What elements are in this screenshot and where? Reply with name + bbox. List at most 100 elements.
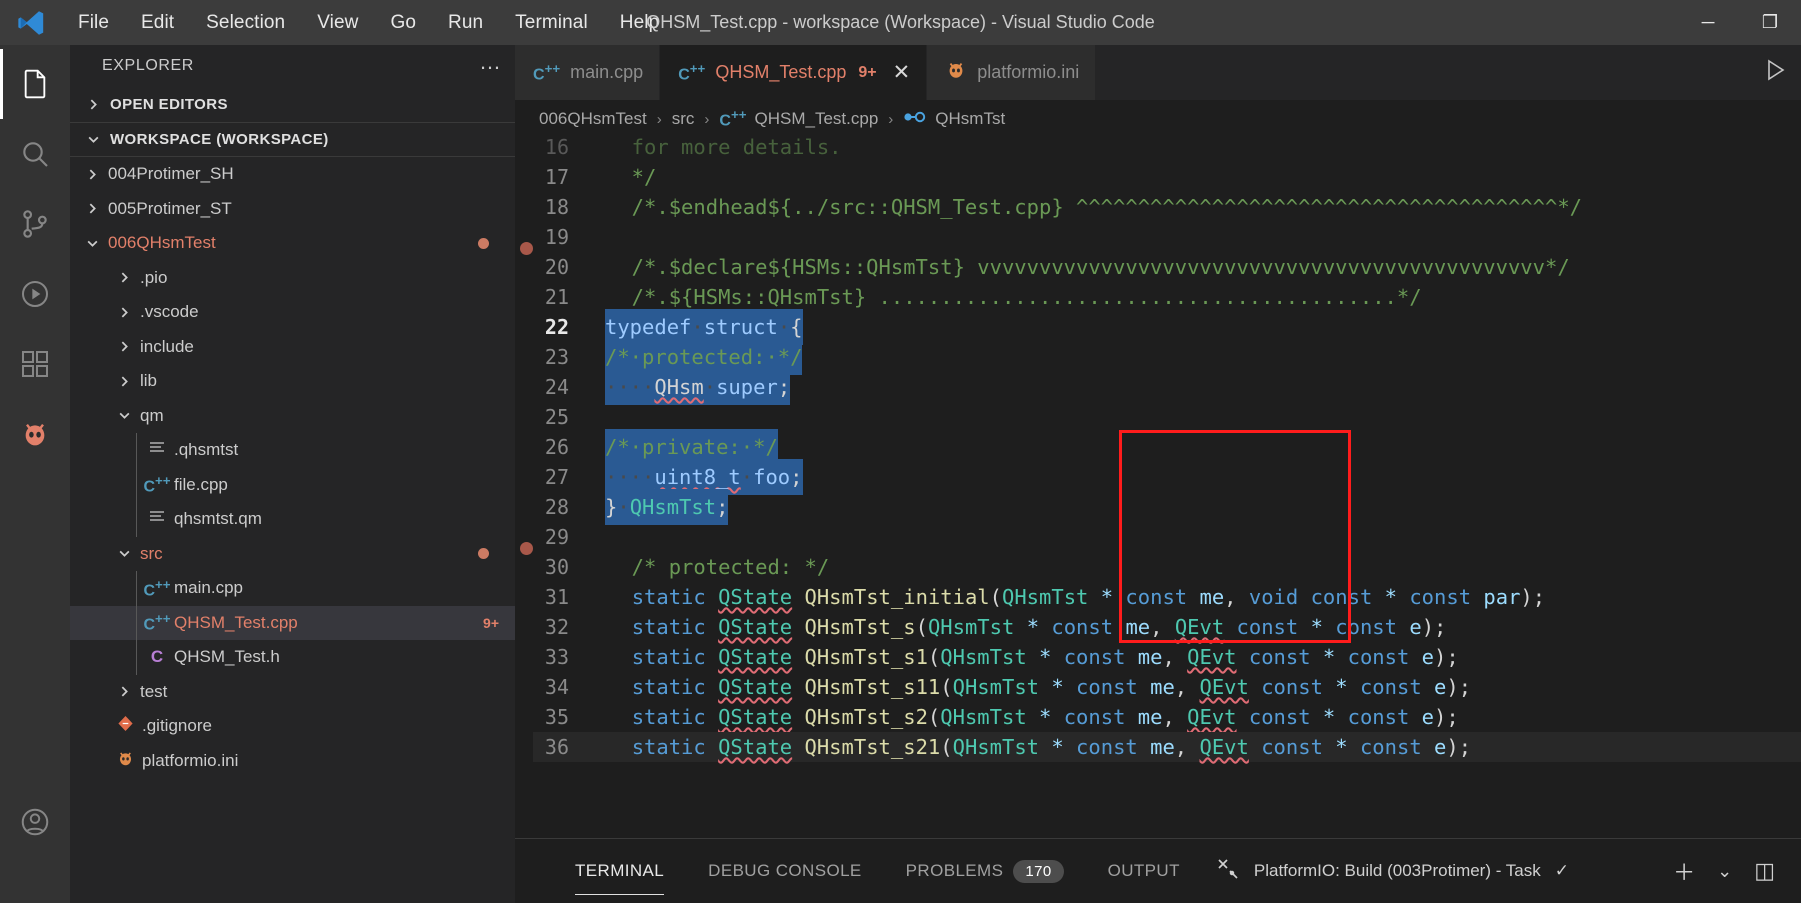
section-open-editors[interactable]: OPEN EDITORS — [70, 87, 515, 122]
code-line[interactable]: 35 static QState QHsmTst_s2(QHsmTst * co… — [533, 702, 1801, 732]
menu-selection[interactable]: Selection — [190, 7, 301, 39]
code-token: ( — [927, 645, 941, 669]
sidebar-more-actions-button[interactable]: … — [479, 51, 501, 75]
code-line[interactable]: 33 static QState QHsmTst_s1(QHsmTst * co… — [533, 642, 1801, 672]
activity-source-control[interactable] — [0, 189, 70, 259]
code-line[interactable]: 32 static QState QHsmTst_s(QHsmTst * con… — [533, 612, 1801, 642]
code-line[interactable]: 29 — [533, 522, 1801, 552]
panel-tab-output[interactable]: OUTPUT — [1086, 839, 1202, 903]
tree-item-test[interactable]: test — [70, 675, 515, 710]
menu-view[interactable]: View — [301, 7, 374, 39]
tab-main-cpp[interactable]: C++ main.cpp — [515, 45, 661, 100]
code-line[interactable]: 36 static QState QHsmTst_s21(QHsmTst * c… — [533, 732, 1801, 762]
tab-close-button[interactable]: ✕ — [893, 62, 911, 83]
code-line[interactable]: 26 /*·private:·*/ — [533, 429, 1801, 465]
breadcrumb-item-file[interactable]: C++ QHSM_Test.cpp — [719, 107, 878, 130]
activity-accounts[interactable] — [0, 787, 70, 857]
tab-platformio-ini[interactable]: platformio.ini — [927, 45, 1097, 100]
code-line[interactable]: 23 /*·protected:·*/ — [533, 339, 1801, 375]
code-line[interactable]: 17 */ — [533, 162, 1801, 192]
panel-tab-terminal[interactable]: TERMINAL — [553, 839, 686, 903]
code-line[interactable]: 24 ····QHsm·super; — [533, 369, 1801, 405]
code-line[interactable]: 20 /*.$declare${HSMs::QHsmTst} vvvvvvvvv… — [533, 252, 1801, 282]
tree-item-004protimer-sh[interactable]: 004Protimer_SH — [70, 157, 515, 192]
line-number: 33 — [544, 645, 569, 669]
code-line[interactable]: 21 /*.${HSMs::QHsmTst} .................… — [533, 282, 1801, 312]
code-line[interactable]: 30 /* protected: */ — [533, 552, 1801, 582]
code-line[interactable]: 28}·QHsmTst; — [533, 489, 1801, 525]
minimize-button[interactable]: ─ — [1677, 0, 1739, 45]
tree-item-main-cpp[interactable]: C++ main.cpp — [70, 571, 515, 606]
tree-item-file-cpp[interactable]: C++ file.cpp — [70, 467, 515, 502]
menu-run[interactable]: Run — [432, 7, 499, 39]
tree-item-qhsmtst[interactable]: .qhsmtst — [70, 433, 515, 468]
code-lines[interactable]: 16 for more details. 17 */18 /*.$endhead$… — [533, 138, 1801, 838]
code-line[interactable]: 18 /*.$endhead${../src::QHSM_Test.cpp} ^… — [533, 192, 1801, 222]
activity-search[interactable] — [0, 119, 70, 189]
breadcrumb-item-symbol[interactable]: QHsmTst — [903, 109, 1005, 129]
tree-item-gitignore[interactable]: .gitignore — [70, 709, 515, 744]
breadcrumb-item-project[interactable]: 006QHsmTest — [539, 109, 647, 129]
menu-terminal[interactable]: Terminal — [499, 7, 604, 39]
menu-edit[interactable]: Edit — [125, 7, 190, 39]
code-line[interactable]: 16 for more details. — [533, 138, 1801, 162]
line-number: 35 — [544, 705, 569, 729]
menu-help[interactable]: Help — [604, 7, 675, 39]
breakpoint-dot[interactable] — [520, 242, 533, 255]
tab-qhsm-test-cpp[interactable]: C++ QHSM_Test.cpp 9+ ✕ — [660, 45, 928, 100]
tree-item-qhsm-test-cpp[interactable]: C++ QHSM_Test.cpp 9+ — [70, 605, 515, 640]
code-token: const — [1248, 705, 1311, 729]
code-line[interactable]: 31 static QState QHsmTst_initial(QHsmTst… — [533, 582, 1801, 612]
panel-tab-debug-console[interactable]: DEBUG CONSOLE — [686, 839, 884, 903]
tree-item-platformio-ini[interactable]: platformio.ini — [70, 744, 515, 779]
breakpoint-dot[interactable] — [520, 542, 533, 555]
run-play-icon[interactable] — [1763, 58, 1787, 87]
tree-item-pio[interactable]: .pio — [70, 261, 515, 296]
activity-settings[interactable] — [0, 857, 70, 903]
code-line[interactable]: 34 static QState QHsmTst_s11(QHsmTst * c… — [533, 672, 1801, 702]
tree-item-qm[interactable]: qm — [70, 399, 515, 434]
tree-item-lib[interactable]: lib — [70, 364, 515, 399]
code-token: static — [631, 585, 706, 609]
tree-item-005protimer-st[interactable]: 005Protimer_ST — [70, 192, 515, 227]
tree-item-qhsmtst-qm[interactable]: qhsmtst.qm — [70, 502, 515, 537]
chevron-right-icon — [112, 340, 136, 353]
tree-item-label: .qhsmtst — [174, 440, 239, 460]
maximize-button[interactable]: ❐ — [1739, 0, 1801, 45]
platformio-alien-icon — [116, 749, 135, 773]
tree-item-qhsm-test-h[interactable]: C QHSM_Test.h — [70, 640, 515, 675]
activity-explorer[interactable] — [0, 49, 70, 119]
file-type-icon: C++ — [143, 473, 170, 496]
tree-item-006qhsmtest[interactable]: 006QHsmTest — [70, 226, 515, 261]
code-editor[interactable]: 16 for more details. 17 */18 /*.$endhead$… — [515, 138, 1801, 838]
new-terminal-button[interactable]: ＋ — [1673, 855, 1695, 887]
tree-item-vscode[interactable]: .vscode — [70, 295, 515, 330]
code-line[interactable]: 22 typedef·struct·{ — [533, 309, 1801, 345]
activity-platformio[interactable] — [0, 399, 70, 469]
menu-file[interactable]: File — [62, 7, 125, 39]
terminal-task-selector[interactable]: PlatformIO: Build (003Protimer) - Task ✓ — [1216, 857, 1569, 886]
indent-guide — [136, 605, 137, 640]
code-line[interactable]: 27 ····uint8_t·foo; — [533, 459, 1801, 495]
activity-run-and-debug[interactable] — [0, 259, 70, 329]
code-token: e — [1421, 645, 1435, 669]
breakpoint-gutter[interactable] — [515, 138, 533, 838]
section-workspace[interactable]: WORKSPACE (WORKSPACE) — [70, 122, 515, 157]
breadcrumb-item-src[interactable]: src — [672, 109, 695, 129]
activity-extensions[interactable] — [0, 329, 70, 399]
split-terminal-button[interactable]: ◫ — [1754, 858, 1775, 884]
line-number: 26 — [544, 435, 569, 459]
code-token: const — [1310, 585, 1373, 609]
panel-tab-problems[interactable]: PROBLEMS 170 — [884, 839, 1086, 903]
tree-item-src[interactable]: src — [70, 537, 515, 572]
terminal-dropdown-button[interactable]: ⌄ — [1717, 861, 1732, 882]
menu-go[interactable]: Go — [374, 7, 432, 39]
code-line[interactable]: 19 — [533, 222, 1801, 252]
tree-item-include[interactable]: include — [70, 330, 515, 365]
code-line[interactable]: 25 — [533, 402, 1801, 432]
